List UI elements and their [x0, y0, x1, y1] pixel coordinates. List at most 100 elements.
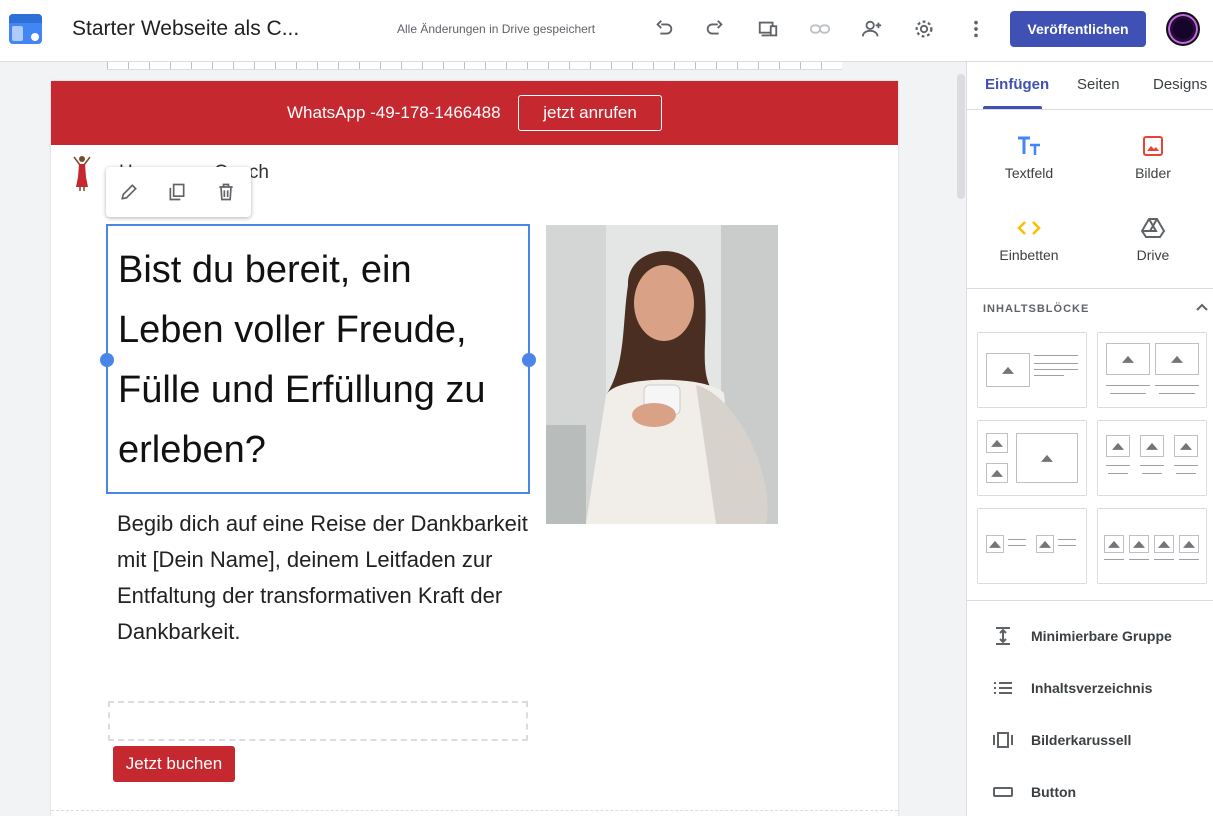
more-icon[interactable]: [961, 14, 991, 44]
toc-icon: [991, 676, 1015, 700]
layout-two-image-text[interactable]: [977, 508, 1087, 584]
text-line: [1034, 363, 1078, 364]
resize-handle-left[interactable]: [100, 353, 114, 367]
avatar[interactable]: [1166, 12, 1200, 46]
section-divider: [51, 810, 898, 811]
editor-canvas: WhatsApp -49-178-1466488 jetzt anrufen H…: [0, 62, 966, 816]
insert-drive[interactable]: Drive: [1098, 215, 1208, 263]
document-title[interactable]: Starter Webseite als C...: [72, 17, 299, 41]
text-line: [1106, 465, 1130, 466]
drive-icon: [1098, 215, 1208, 241]
headline-textbox[interactable]: Bist du bereit, ein Leben voller Freude,…: [100, 224, 536, 494]
chevron-up-icon[interactable]: [1195, 300, 1209, 314]
contact-banner[interactable]: WhatsApp -49-178-1466488 jetzt anrufen: [51, 81, 898, 145]
image-placeholder-icon: [986, 463, 1008, 483]
collapsible-group-icon: [991, 624, 1015, 648]
collapsible-group-label: Minimierbare Gruppe: [1031, 628, 1172, 644]
carousel-icon: [991, 728, 1015, 752]
image-placeholder-icon: [1106, 343, 1150, 375]
image-placeholder-icon: [1154, 535, 1174, 553]
image-placeholder-icon: [986, 535, 1004, 553]
text-line: [1008, 545, 1026, 546]
intro-paragraph[interactable]: Begib dich auf eine Reise der Dankbarkei…: [117, 506, 537, 650]
image-icon: [1098, 133, 1208, 159]
insert-carousel[interactable]: Bilderkarussell: [991, 728, 1201, 752]
insert-collapsible-group[interactable]: Minimierbare Gruppe: [991, 624, 1201, 648]
publish-button[interactable]: Veröffentlichen: [1010, 11, 1146, 47]
panel-separator: [967, 600, 1213, 601]
tab-pages[interactable]: Seiten: [1077, 76, 1120, 93]
tabs-border: [967, 109, 1213, 110]
text-line: [1140, 465, 1164, 466]
panel-separator: [967, 288, 1213, 289]
undo-icon[interactable]: [649, 14, 679, 44]
content-blocks-heading: INHALTSBLÖCKE: [983, 303, 1090, 315]
insert-embed[interactable]: Einbetten: [974, 215, 1084, 263]
text-line: [1154, 559, 1174, 560]
preview-icon[interactable]: [753, 14, 783, 44]
settings-icon[interactable]: [909, 14, 939, 44]
headline[interactable]: Bist du bereit, ein Leben voller Freude,…: [118, 240, 518, 480]
redo-icon[interactable]: [700, 14, 730, 44]
canvas-scroll-thumb[interactable]: [957, 74, 965, 199]
share-icon[interactable]: [857, 14, 887, 44]
text-line: [1129, 559, 1149, 560]
site-logo-icon: [73, 156, 91, 191]
insert-textbox[interactable]: Textfeld: [974, 133, 1084, 181]
text-line: [1108, 473, 1128, 474]
text-line: [1159, 393, 1195, 394]
image-placeholder-icon: [1155, 343, 1199, 375]
banner-text: WhatsApp -49-178-1466488: [287, 103, 501, 122]
empty-placeholder[interactable]: [108, 701, 528, 741]
hero-photo[interactable]: [546, 225, 778, 524]
text-line: [1106, 385, 1150, 386]
carousel-label: Bilderkarussell: [1031, 732, 1132, 748]
insert-toc[interactable]: Inhaltsverzeichnis: [991, 676, 1201, 700]
layout-three-images[interactable]: [1097, 420, 1207, 496]
text-line: [1176, 473, 1196, 474]
layout-two-images[interactable]: [1097, 332, 1207, 408]
insert-embed-label: Einbetten: [999, 247, 1059, 263]
image-placeholder-icon: [1106, 435, 1130, 457]
site-page: WhatsApp -49-178-1466488 jetzt anrufen H…: [51, 81, 898, 816]
insert-images-label: Bilder: [1135, 165, 1171, 181]
toc-label: Inhaltsverzeichnis: [1031, 680, 1153, 696]
button-label: Button: [1031, 784, 1077, 800]
sites-logo-icon[interactable]: [9, 14, 42, 44]
top-bar: Starter Webseite als C... Alle Änderunge…: [0, 0, 1213, 62]
text-line: [1034, 355, 1078, 356]
text-line: [1174, 465, 1198, 466]
ruler: [107, 62, 842, 70]
book-now-button[interactable]: Jetzt buchen: [113, 746, 235, 782]
image-placeholder-icon: [1179, 535, 1199, 553]
right-panel: Einfügen Seiten Designs Textfeld Bilder …: [966, 62, 1213, 816]
save-status: Alle Änderungen in Drive gespeichert: [397, 22, 596, 36]
text-icon: [974, 133, 1084, 159]
text-line: [1142, 473, 1162, 474]
layout-image-text[interactable]: [977, 332, 1087, 408]
edit-icon[interactable]: [117, 180, 141, 204]
text-line: [1008, 539, 1026, 540]
image-placeholder-icon: [1174, 435, 1198, 457]
duplicate-icon[interactable]: [165, 180, 189, 204]
layout-image-grid[interactable]: [977, 420, 1087, 496]
text-line: [1034, 375, 1064, 376]
insert-images[interactable]: Bilder: [1098, 133, 1208, 181]
link-icon[interactable]: [805, 14, 835, 44]
image-placeholder-icon: [986, 353, 1030, 387]
image-placeholder-icon: [1140, 435, 1164, 457]
insert-button[interactable]: Button: [991, 780, 1201, 804]
insert-textbox-label: Textfeld: [1004, 165, 1054, 181]
image-placeholder-icon: [1036, 535, 1054, 553]
resize-handle-right[interactable]: [522, 353, 536, 367]
tab-insert[interactable]: Einfügen: [985, 76, 1049, 93]
call-now-button[interactable]: jetzt anrufen: [518, 95, 662, 131]
image-placeholder-icon: [1104, 535, 1124, 553]
tab-themes[interactable]: Designs: [1153, 76, 1207, 93]
image-placeholder-icon: [986, 433, 1008, 453]
delete-icon[interactable]: [214, 180, 238, 204]
image-placeholder-icon: [1016, 433, 1078, 483]
text-line: [1104, 559, 1124, 560]
layout-four-images[interactable]: [1097, 508, 1207, 584]
embed-icon: [974, 215, 1084, 241]
